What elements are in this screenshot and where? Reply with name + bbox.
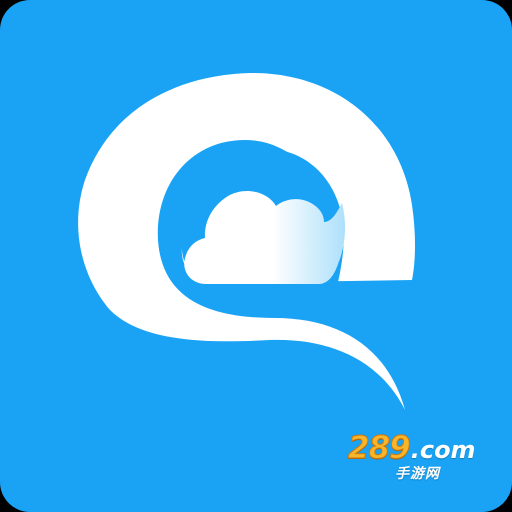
screenshot-canvas: 289.com 手游网 bbox=[0, 0, 512, 512]
watermark-brand: 289.com bbox=[348, 430, 476, 467]
watermark-subtitle: 手游网 bbox=[395, 466, 440, 482]
watermark-dotcom: .com bbox=[410, 436, 476, 464]
site-watermark: 289.com 手游网 bbox=[348, 430, 498, 486]
watermark-digits: 289 bbox=[348, 430, 412, 467]
